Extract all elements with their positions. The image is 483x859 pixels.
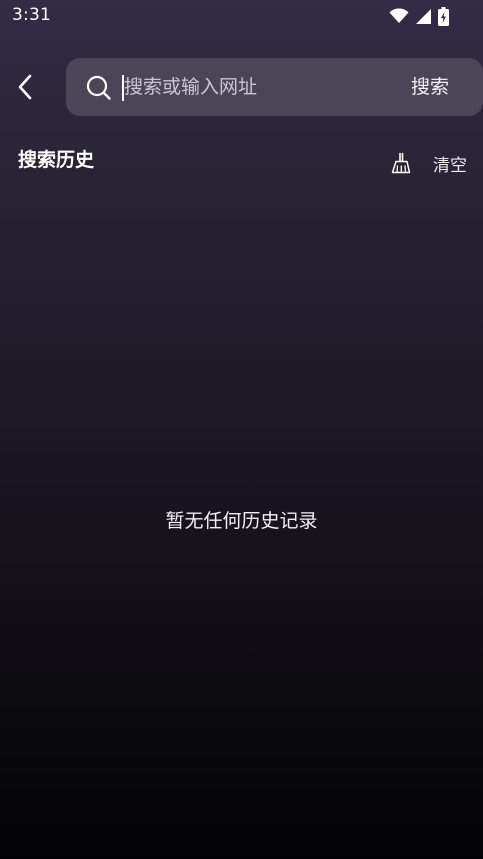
- search-button[interactable]: 搜索: [411, 74, 449, 100]
- search-input[interactable]: [124, 70, 394, 104]
- search-icon: [86, 75, 111, 100]
- clear-history-label: 清空: [433, 155, 467, 176]
- broom-icon: [391, 152, 411, 174]
- chevron-left-icon: [18, 74, 32, 100]
- clear-history-button[interactable]: 清空: [391, 150, 467, 176]
- battery-charging-icon: [438, 6, 449, 26]
- status-time: 3:31: [12, 5, 51, 25]
- empty-history-message: 暂无任何历史记录: [165, 510, 318, 532]
- top-bar: 搜索: [0, 56, 483, 118]
- search-box[interactable]: 搜索: [66, 58, 483, 116]
- status-bar: 3:31: [0, 0, 483, 34]
- status-icons: [389, 6, 449, 26]
- search-history-title: 搜索历史: [18, 149, 95, 171]
- search-history-header: 搜索历史 清空: [0, 140, 483, 180]
- wifi-icon: [389, 8, 409, 23]
- cellular-signal-icon: [416, 8, 431, 24]
- back-button[interactable]: [6, 67, 46, 107]
